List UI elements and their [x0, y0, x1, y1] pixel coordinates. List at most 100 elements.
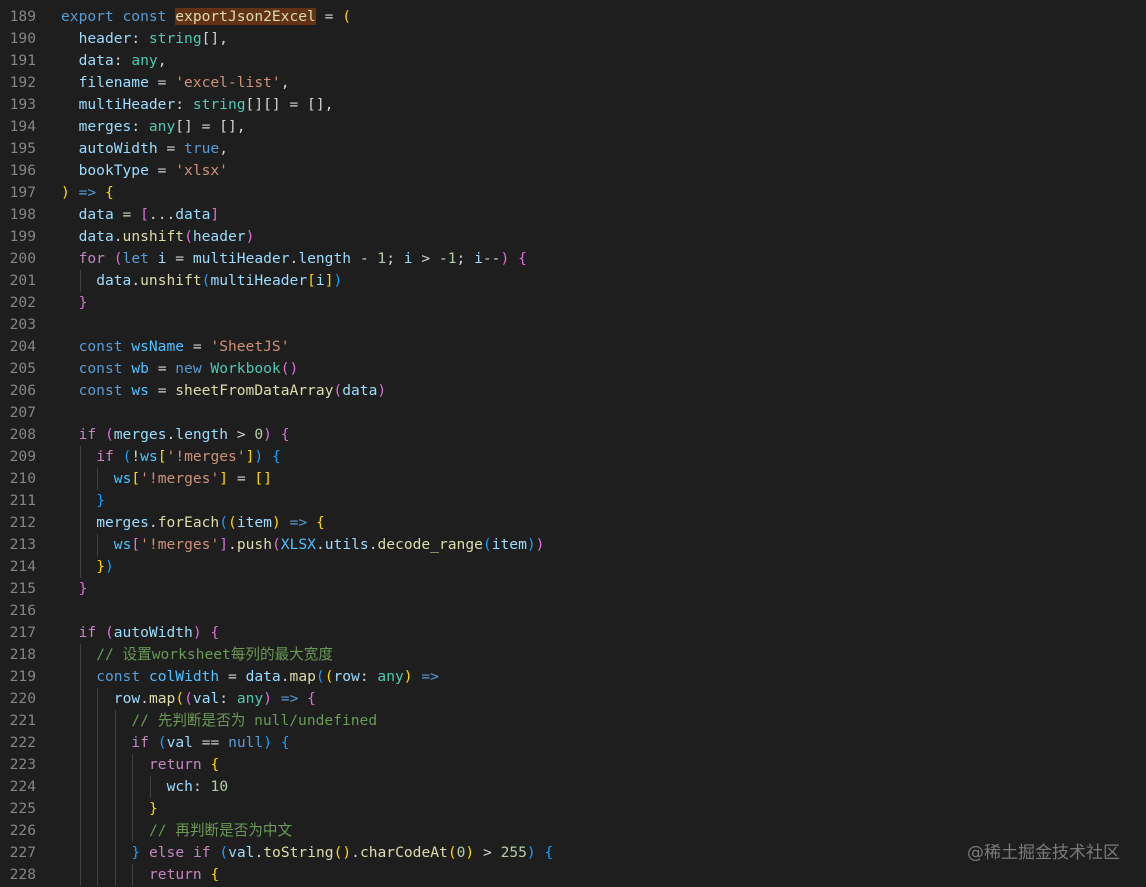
code-token: .: [315, 536, 325, 553]
code-line[interactable]: 200 for (let i = multiHeader.length - 1; …: [0, 248, 1146, 270]
code-token: 1: [377, 250, 387, 267]
code-line[interactable]: 199 data.unshift(header): [0, 226, 1146, 248]
code-editor[interactable]: 189 export const exportJson2Excel = (190 h…: [0, 6, 1146, 886]
indent-guide: [97, 798, 99, 820]
code-token: merges: [113, 426, 167, 443]
code-token: const: [96, 668, 141, 685]
code-text: multiHeader: string[][] = [],: [61, 94, 334, 116]
code-line[interactable]: 219 const colWidth = data.map((row: any) …: [0, 666, 1146, 688]
code-line[interactable]: 202}: [0, 292, 1146, 314]
code-line[interactable]: 224 wch: 10: [0, 776, 1146, 798]
line-number: 215: [9, 580, 36, 597]
code-token: autoWidth: [113, 624, 193, 641]
code-token: {: [104, 184, 114, 201]
code-line[interactable]: 210 ws['!merges'] = []: [0, 468, 1146, 490]
code-line[interactable]: 214}): [0, 556, 1146, 578]
code-token: {: [307, 690, 316, 707]
code-line[interactable]: 213 ws['!merges'].push(XLSX.utils.decode_…: [0, 534, 1146, 556]
code-line[interactable]: 215}: [0, 578, 1146, 600]
code-line[interactable]: 228 return {: [0, 864, 1146, 886]
code-token: unshift: [122, 228, 185, 245]
code-line[interactable]: 203: [0, 314, 1146, 336]
line-number: 223: [9, 756, 36, 773]
line-number: 198: [9, 206, 36, 223]
code-token: {: [518, 250, 527, 267]
code-token: const: [78, 338, 123, 355]
code-text: bookType = 'xlsx': [61, 160, 228, 182]
code-line[interactable]: 196 bookType = 'xlsx': [0, 160, 1146, 182]
code-token: }: [96, 492, 105, 509]
code-line[interactable]: 194 merges: any[] = [],: [0, 116, 1146, 138]
code-token: string: [192, 96, 246, 113]
code-line[interactable]: 208 if (merges.length > 0) {: [0, 424, 1146, 446]
code-token: .: [289, 250, 299, 267]
indent-guide: [114, 754, 116, 776]
code-line[interactable]: 222 if (val == null) {: [0, 732, 1146, 754]
code-token: // 再判断是否为中文: [149, 822, 293, 839]
code-token: const: [78, 382, 123, 399]
code-line[interactable]: 206 const ws = sheetFromDataArray(data): [0, 380, 1146, 402]
code-token: any: [148, 118, 176, 135]
code-token: new: [175, 360, 202, 377]
code-line[interactable]: 195 autoWidth = true,: [0, 138, 1146, 160]
code-token: // 先判断是否为 null/undefined: [131, 712, 378, 729]
code-line[interactable]: 212 merges.forEach((item) => {: [0, 512, 1146, 534]
code-token: (: [272, 536, 281, 553]
code-token: ): [104, 558, 114, 575]
code-token: =: [113, 206, 141, 223]
code-line[interactable]: 190 header: string[],: [0, 28, 1146, 50]
code-line[interactable]: 225}: [0, 798, 1146, 820]
code-line[interactable]: 221 // 先判断是否为 null/undefined: [0, 710, 1146, 732]
indent-guide: [79, 710, 81, 732]
code-token: data: [96, 272, 132, 289]
code-token: utils: [324, 536, 369, 553]
code-text: const colWidth = data.map((row: any) =>: [61, 666, 439, 688]
code-token: data: [78, 206, 114, 223]
code-token: !: [131, 448, 141, 465]
code-token: }: [78, 580, 88, 597]
code-token: data: [78, 52, 114, 69]
code-line[interactable]: 223 return {: [0, 754, 1146, 776]
code-line[interactable]: 205 const wb = new Workbook(): [0, 358, 1146, 380]
code-token: 255: [500, 844, 527, 861]
code-line[interactable]: 207: [0, 402, 1146, 424]
indent-guide: [97, 534, 99, 556]
code-token: =>: [289, 514, 308, 531]
code-line[interactable]: 193 multiHeader: string[][] = [],: [0, 94, 1146, 116]
code-line[interactable]: 191 data: any,: [0, 50, 1146, 72]
code-token: 'SheetJS': [210, 338, 290, 355]
indent-guide: [97, 842, 99, 864]
code-line[interactable]: 192 filename = 'excel-list',: [0, 72, 1146, 94]
code-text: if (autoWidth) {: [61, 622, 220, 644]
indent-guide: [114, 732, 116, 754]
code-line[interactable]: 220 row.map((val: any) => {: [0, 688, 1146, 710]
code-line[interactable]: 204 const wsName = 'SheetJS': [0, 336, 1146, 358]
code-token: forEach: [157, 514, 220, 531]
code-text: export const exportJson2Excel = (: [61, 6, 351, 28]
code-line[interactable]: 218 // 设置worksheet每列的最大宽度: [0, 644, 1146, 666]
indent-guide: [132, 864, 134, 886]
code-line[interactable]: 198 data = [...data]: [0, 204, 1146, 226]
code-token: return: [149, 756, 202, 773]
line-number: 202: [9, 294, 36, 311]
code-line[interactable]: 209 if (!ws['!merges']) {: [0, 446, 1146, 468]
code-line[interactable]: 217 if (autoWidth) {: [0, 622, 1146, 644]
code-text: return {: [61, 864, 219, 886]
code-line[interactable]: 197) => {: [0, 182, 1146, 204]
line-number: 200: [9, 250, 36, 267]
code-token: i: [474, 250, 483, 267]
code-token: {: [315, 514, 325, 531]
indent-guide: [114, 864, 116, 886]
code-line[interactable]: 201 data.unshift(multiHeader[i]): [0, 270, 1146, 292]
code-line[interactable]: 211}: [0, 490, 1146, 512]
code-line[interactable]: 189 export const exportJson2Excel = (: [0, 6, 1146, 28]
code-line[interactable]: 216: [0, 600, 1146, 622]
